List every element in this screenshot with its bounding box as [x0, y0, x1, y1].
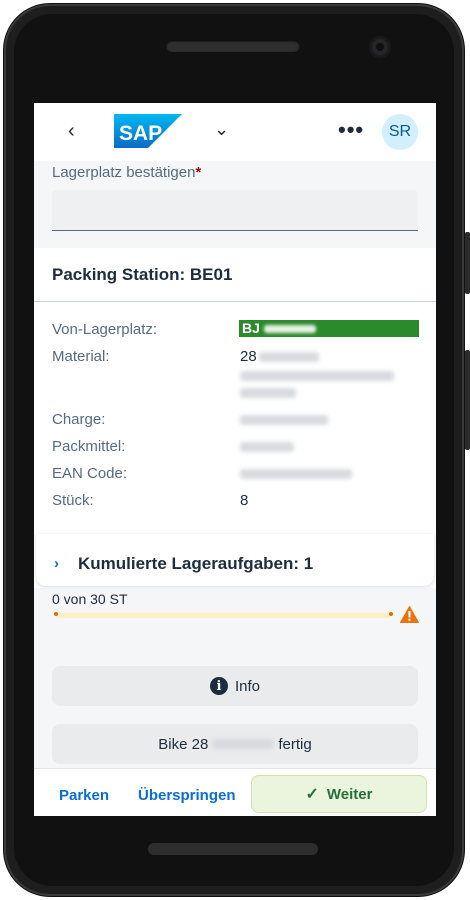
checkmark-icon: ✓ — [305, 786, 319, 803]
bottom-speaker — [148, 843, 318, 855]
info-icon: i — [209, 677, 228, 695]
info-button-label: Info — [234, 677, 261, 695]
warning-icon — [400, 606, 419, 623]
blurred-value — [240, 469, 352, 480]
packing-station-title: Packing Station: BE01 — [52, 265, 233, 284]
shell-bar: ‹ SAP ⌄ ••• SR — [34, 103, 436, 161]
cumulative-title[interactable]: Kumulierte Lageraufgaben: 1 — [78, 554, 313, 574]
chevron-left-icon[interactable]: ‹ — [68, 120, 75, 143]
lagerplatz-input[interactable] — [52, 190, 418, 231]
info-button[interactable]: i Info — [52, 666, 418, 706]
packmittel-value — [240, 438, 294, 455]
progress-bar — [56, 613, 391, 618]
power-button — [465, 350, 470, 450]
ueberspringen-button[interactable]: Überspringen — [138, 787, 236, 804]
progress-text: 0 von 30 ST — [52, 591, 128, 607]
app-screen: ‹ SAP ⌄ ••• SR Lagerplatz bestätigen* Pa… — [34, 103, 436, 816]
row-label-ean-code: EAN Code: — [52, 465, 128, 482]
svg-text:SAP: SAP — [119, 122, 162, 145]
avatar[interactable]: SR — [382, 114, 418, 150]
progress-start-dot — [54, 612, 58, 616]
sap-logo: SAP — [114, 114, 182, 148]
progress-end-dot — [389, 612, 393, 616]
row-label-charge: Charge: — [52, 411, 106, 428]
chevron-down-icon[interactable]: ⌄ — [214, 119, 229, 140]
bike-finished-button[interactable]: Bike 28 fertig — [52, 724, 418, 764]
row-label-stueck: Stück: — [52, 492, 94, 509]
blurred-value — [240, 442, 294, 453]
von-lagerplatz-value: BJ — [239, 320, 419, 337]
weiter-button[interactable]: ✓ Weiter — [251, 775, 427, 813]
blurred-value — [212, 739, 275, 749]
bike-button-suffix: fertig — [278, 735, 312, 753]
parken-button[interactable]: Parken — [59, 787, 109, 804]
weiter-label: Weiter — [326, 785, 373, 803]
blurred-value — [240, 415, 328, 426]
row-label-packmittel: Packmittel: — [52, 438, 126, 455]
divider — [34, 301, 436, 302]
avatar-initials: SR — [388, 123, 412, 140]
blurred-value — [258, 352, 319, 363]
blurred-value — [263, 325, 316, 334]
row-label-von-lagerplatz: Von-Lagerplatz: — [52, 321, 158, 338]
volume-button — [465, 232, 470, 294]
material-value: 28 — [240, 348, 319, 365]
overflow-icon[interactable]: ••• — [338, 117, 364, 143]
stueck-value: 8 — [240, 492, 249, 509]
material-desc-blur — [240, 367, 394, 384]
ean-code-value — [240, 465, 352, 482]
camera-icon — [369, 36, 391, 58]
material-desc-blur-2 — [240, 384, 296, 401]
bike-button-prefix: Bike 28 — [158, 735, 209, 753]
lagerplatz-label: Lagerplatz bestätigen* — [52, 164, 202, 181]
chevron-right-icon[interactable]: › — [54, 555, 59, 572]
required-mark: * — [195, 164, 202, 181]
speaker-grille — [166, 40, 300, 52]
row-label-material: Material: — [52, 348, 110, 365]
charge-value — [240, 411, 328, 428]
